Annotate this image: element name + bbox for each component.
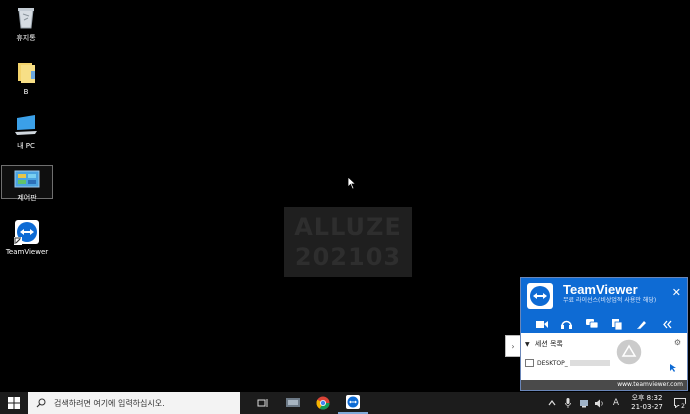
clock-date: 21-03-27 bbox=[631, 403, 663, 411]
file-transfer-icon[interactable] bbox=[610, 318, 624, 330]
microphone-icon[interactable] bbox=[560, 392, 576, 414]
search-placeholder: 검색하려면 여기에 입력하십시오. bbox=[54, 398, 165, 408]
watermark: ALLUZE 202103 bbox=[284, 207, 412, 277]
task-view-icon bbox=[257, 399, 268, 407]
overlay-badge-icon bbox=[614, 337, 644, 367]
redacted-text bbox=[569, 360, 610, 366]
triangle-down-icon: ▼ bbox=[525, 341, 530, 348]
taskbar-app-teamviewer[interactable] bbox=[338, 392, 368, 414]
start-button[interactable] bbox=[0, 392, 28, 414]
whiteboard-pen-icon[interactable] bbox=[635, 318, 649, 330]
teamviewer-collapse-button[interactable]: › bbox=[505, 335, 520, 357]
double-chevron-left-icon[interactable] bbox=[660, 318, 674, 330]
teamviewer-logo-icon bbox=[527, 283, 553, 309]
taskbar-app-explorer[interactable] bbox=[278, 392, 308, 414]
teamviewer-license-text: 무료 라이선스(비상업적 사용만 해당) bbox=[563, 297, 657, 304]
desktop-icon-recycle-bin[interactable]: 휴지통 bbox=[0, 4, 52, 43]
desktop-app-icon bbox=[286, 398, 300, 407]
desktop-icon-label: B bbox=[23, 88, 29, 96]
volume-icon[interactable] bbox=[592, 392, 608, 414]
task-view-button[interactable] bbox=[248, 392, 278, 414]
teamviewer-session-list: ▼ 세션 목록 ⚙ DESKTOP_ bbox=[521, 333, 687, 383]
taskbar: 검색하려면 여기에 입력하십시오. A 오후 8:32 21-03-27 2 bbox=[0, 392, 690, 414]
teamviewer-icon bbox=[14, 219, 40, 245]
chrome-icon bbox=[316, 396, 330, 410]
network-icon[interactable] bbox=[576, 392, 592, 414]
teamviewer-panel: TeamViewer 무료 라이선스(비상업적 사용만 해당) ✕ ▼ 세션 목… bbox=[520, 277, 688, 391]
windows-logo-icon bbox=[8, 397, 20, 409]
ime-indicator[interactable]: A bbox=[608, 392, 624, 414]
watermark-line-1: ALLUZE bbox=[294, 213, 402, 241]
clock-time: 오후 8:32 bbox=[631, 394, 663, 402]
teamviewer-icon bbox=[346, 395, 360, 409]
desktop-icon-label: 휴지통 bbox=[16, 34, 36, 42]
session-name: DESKTOP_ bbox=[537, 359, 568, 367]
close-button[interactable]: ✕ bbox=[672, 286, 681, 299]
desktop-icon-folder-b[interactable]: B bbox=[0, 59, 52, 96]
desktop-icon-teamviewer[interactable]: TeamViewer bbox=[1, 219, 53, 256]
chevron-right-icon: › bbox=[511, 341, 515, 351]
session-list-header[interactable]: ▼ 세션 목록 bbox=[525, 339, 563, 349]
clock[interactable]: 오후 8:32 21-03-27 bbox=[624, 394, 670, 412]
session-list-label: 세션 목록 bbox=[534, 340, 563, 348]
taskbar-app-chrome[interactable] bbox=[308, 392, 338, 414]
desktop-icon-my-pc[interactable]: 내 PC bbox=[0, 112, 52, 151]
gear-icon[interactable]: ⚙ bbox=[674, 338, 681, 347]
desktop-icon-label: 제어판 bbox=[17, 194, 37, 202]
computer-icon bbox=[13, 112, 39, 138]
desktop-icon-label: 내 PC bbox=[17, 142, 35, 150]
folder-icon bbox=[13, 59, 39, 85]
search-icon bbox=[36, 398, 46, 408]
teamviewer-header: TeamViewer 무료 라이선스(비상업적 사용만 해당) ✕ bbox=[521, 278, 687, 333]
recycle-bin-icon bbox=[13, 4, 39, 30]
teamviewer-title: TeamViewer bbox=[563, 282, 638, 297]
system-tray: A 오후 8:32 21-03-27 2 bbox=[544, 392, 690, 414]
session-row[interactable]: DESKTOP_ bbox=[525, 357, 676, 372]
teamviewer-toolbar bbox=[521, 318, 687, 330]
teamviewer-footer-link[interactable]: www.teamviewer.com bbox=[521, 380, 687, 390]
remote-control-icon[interactable] bbox=[669, 358, 679, 377]
taskbar-search-box[interactable]: 검색하려면 여기에 입력하십시오. bbox=[28, 392, 240, 414]
notification-count: 2 bbox=[679, 403, 687, 411]
chevron-up-icon[interactable] bbox=[544, 392, 560, 414]
action-center-button[interactable]: 2 bbox=[670, 392, 690, 414]
watermark-line-2: 202103 bbox=[294, 243, 402, 271]
desktop-icon-control-panel[interactable]: 제어판 bbox=[1, 165, 53, 202]
chat-icon[interactable] bbox=[585, 318, 599, 330]
monitor-icon bbox=[525, 359, 534, 367]
video-camera-icon[interactable] bbox=[535, 318, 549, 330]
headset-icon[interactable] bbox=[560, 318, 574, 330]
control-panel-icon bbox=[14, 169, 40, 193]
desktop-icon-label: TeamViewer bbox=[5, 248, 49, 256]
mouse-cursor-icon bbox=[347, 175, 357, 190]
